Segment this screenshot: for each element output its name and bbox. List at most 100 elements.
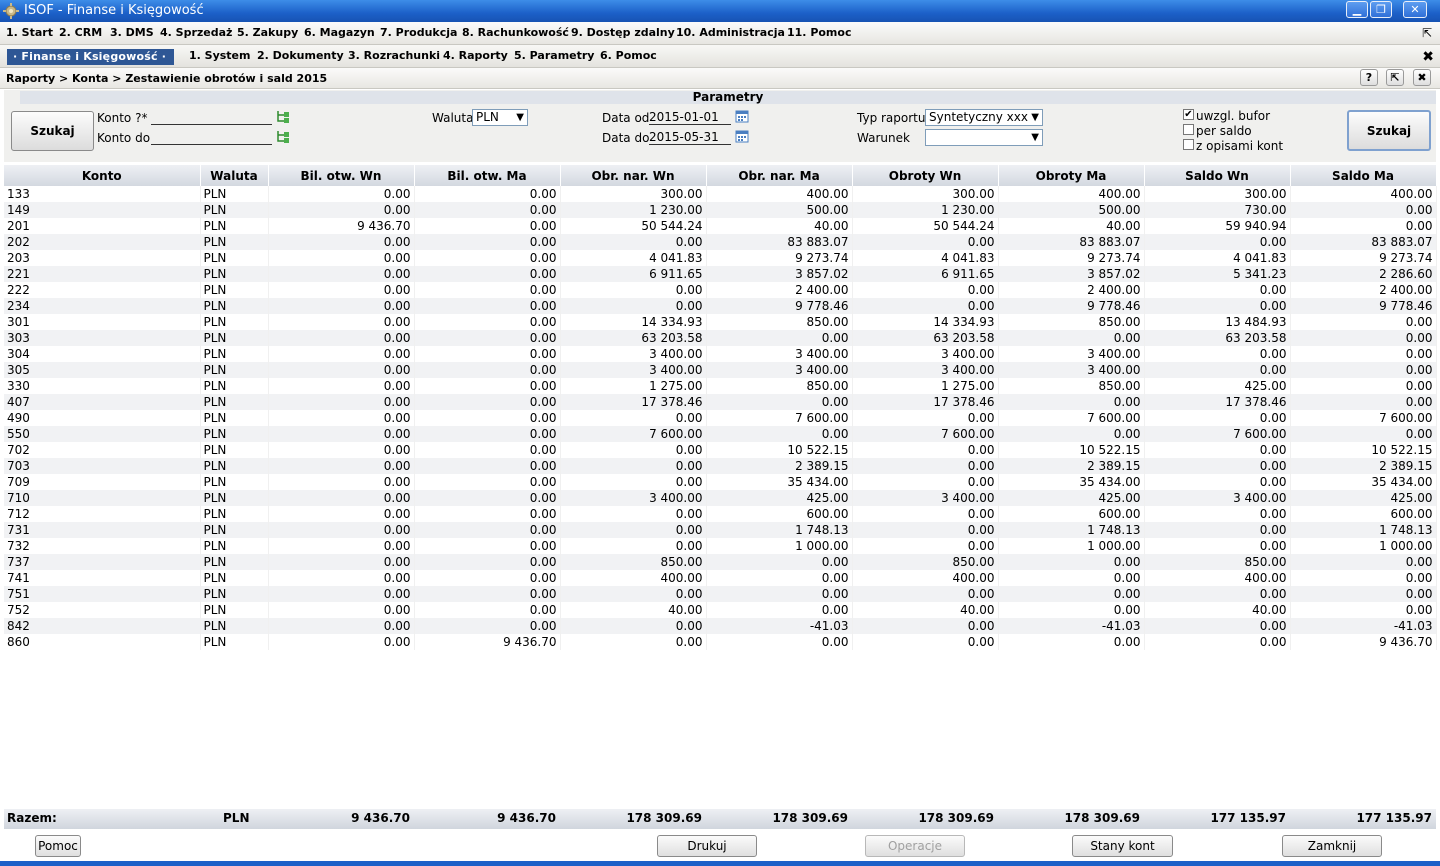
table-cell: 0.00: [268, 506, 415, 522]
module-item-rozrachunki[interactable]: 3. Rozrachunki: [348, 49, 440, 63]
table-row[interactable]: 703 PLN 0.00 0.00 0.00 2 389.15 0.00 2 389.15 0.…: [4, 458, 1437, 474]
menu-dostep-zdalny[interactable]: 9. Dostęp zdalny: [571, 26, 675, 40]
waluta-select[interactable]: PLN ▼: [472, 109, 528, 126]
close-button[interactable]: Zamknij: [1282, 835, 1382, 857]
table-row[interactable]: 304 PLN 0.00 0.00 3 400.00 3 400.00 3 400.00 3 …: [4, 346, 1437, 362]
opisy-checkbox[interactable]: [1183, 139, 1194, 150]
report-type-select[interactable]: Syntetyczny xxx ▼: [925, 109, 1043, 126]
totals-obroty-ma: 178 309.69: [1064, 811, 1140, 825]
table-cell: 63 203.58: [560, 330, 707, 346]
table-row[interactable]: 752 PLN 0.00 0.00 40.00 0.00 40.00 0.00 40.00 0.0…: [4, 602, 1437, 618]
table-row[interactable]: 709 PLN 0.00 0.00 0.00 35 434.00 0.00 35 434.00…: [4, 474, 1437, 490]
print-button[interactable]: Drukuj: [657, 835, 757, 857]
table-cell: 40.00: [998, 218, 1145, 234]
table-row[interactable]: 133 PLN 0.00 0.00 300.00 400.00 300.00 400.00 30…: [4, 186, 1437, 202]
column-header-obroty-ma[interactable]: Obroty Ma: [998, 165, 1145, 186]
bufor-checkbox[interactable]: ✔: [1183, 109, 1194, 120]
module-item-parametry[interactable]: 5. Parametry: [514, 49, 594, 63]
column-header-obr-nar-ma[interactable]: Obr. nar. Ma: [706, 165, 853, 186]
table-cell: 400.00: [852, 570, 999, 586]
menu-produkcja[interactable]: 7. Produkcja: [380, 26, 457, 40]
konto-to-input[interactable]: [151, 131, 272, 145]
column-header-bil-otw-ma[interactable]: Bil. otw. Ma: [414, 165, 561, 186]
column-header-bil-otw-wn[interactable]: Bil. otw. Wn: [268, 165, 415, 186]
table-row[interactable]: 149 PLN 0.00 0.00 1 230.00 500.00 1 230.00 500.…: [4, 202, 1437, 218]
module-item-system[interactable]: 1. System: [189, 49, 250, 63]
table-cell: 3 400.00: [706, 362, 853, 378]
table-cell: 303: [4, 330, 201, 346]
table-row[interactable]: 860 PLN 0.00 9 436.70 0.00 0.00 0.00 0.00 0.00 9 …: [4, 634, 1437, 650]
calendar-icon[interactable]: [734, 128, 750, 144]
condition-select[interactable]: ▼: [925, 129, 1043, 146]
parameters-panel: Parametry Szukaj Konto ?* Konto do Walut…: [4, 90, 1436, 162]
table-cell: 0.00: [1144, 362, 1291, 378]
table-row[interactable]: 330 PLN 0.00 0.00 1 275.00 850.00 1 275.00 850.…: [4, 378, 1437, 394]
menu-magazyn[interactable]: 6. Magazyn: [304, 26, 375, 40]
window-bottom-border: [0, 861, 1440, 866]
account-tree-icon[interactable]: [275, 109, 291, 125]
table-row[interactable]: 305 PLN 0.00 0.00 3 400.00 3 400.00 3 400.00 3 …: [4, 362, 1437, 378]
table-row[interactable]: 737 PLN 0.00 0.00 850.00 0.00 850.00 0.00 850.00…: [4, 554, 1437, 570]
popout-window-icon[interactable]: ⇱: [1386, 69, 1404, 86]
help-icon[interactable]: ?: [1360, 69, 1378, 86]
menu-sprzedaz[interactable]: 4. Sprzedaż: [160, 26, 232, 40]
table-row[interactable]: 234 PLN 0.00 0.00 0.00 9 778.46 0.00 9 778.46 0.…: [4, 298, 1437, 314]
menu-administracja[interactable]: 10. Administracja: [676, 26, 785, 40]
date-to-input[interactable]: 2015-05-31: [649, 130, 731, 145]
saldo-checkbox[interactable]: [1183, 124, 1194, 135]
popout-icon[interactable]: ⇱: [1422, 26, 1432, 40]
date-from-input[interactable]: 2015-01-01: [649, 110, 731, 125]
table-row[interactable]: 550 PLN 0.00 0.00 7 600.00 0.00 7 600.00 0.00 7 …: [4, 426, 1437, 442]
restore-button[interactable]: ❐: [1370, 1, 1392, 18]
table-row[interactable]: 301 PLN 0.00 0.00 14 334.93 850.00 14 334.93 85…: [4, 314, 1437, 330]
column-header-waluta[interactable]: Waluta: [200, 165, 269, 186]
operations-button[interactable]: Operacje: [865, 835, 965, 857]
table-cell: 2 389.15: [706, 458, 853, 474]
menu-pomoc[interactable]: 11. Pomoc: [787, 26, 851, 40]
module-tab-finanse[interactable]: · Finanse i Księgowość ·: [7, 49, 174, 65]
column-header-obroty-wn[interactable]: Obroty Wn: [852, 165, 999, 186]
search-button-right[interactable]: Szukaj: [1347, 110, 1431, 151]
table-row[interactable]: 203 PLN 0.00 0.00 4 041.83 9 273.74 4 041.83 9 …: [4, 250, 1437, 266]
table-row[interactable]: 303 PLN 0.00 0.00 63 203.58 0.00 63 203.58 0.00…: [4, 330, 1437, 346]
search-button-left[interactable]: Szukaj: [11, 111, 94, 151]
table-row[interactable]: 712 PLN 0.00 0.00 0.00 600.00 0.00 600.00 0.00 60…: [4, 506, 1437, 522]
table-row[interactable]: 842 PLN 0.00 0.00 0.00 -41.03 0.00 -41.03 0.00 -4…: [4, 618, 1437, 634]
table-row[interactable]: 710 PLN 0.00 0.00 3 400.00 425.00 3 400.00 425.…: [4, 490, 1437, 506]
konto-from-input[interactable]: [151, 111, 272, 125]
table-row[interactable]: 702 PLN 0.00 0.00 0.00 10 522.15 0.00 10 522.15…: [4, 442, 1437, 458]
table-cell: 400.00: [1144, 570, 1291, 586]
window-close-button[interactable]: ✕: [1403, 1, 1427, 18]
table-row[interactable]: 407 PLN 0.00 0.00 17 378.46 0.00 17 378.46 0.00…: [4, 394, 1437, 410]
column-header-saldo-ma[interactable]: Saldo Ma: [1290, 165, 1437, 186]
table-row[interactable]: 751 PLN 0.00 0.00 0.00 0.00 0.00 0.00 0.00 0.00: [4, 586, 1437, 602]
menu-dms[interactable]: 3. DMS: [110, 26, 154, 40]
calendar-icon[interactable]: [734, 108, 750, 124]
table-row[interactable]: 741 PLN 0.00 0.00 400.00 0.00 400.00 0.00 400.00…: [4, 570, 1437, 586]
table-row[interactable]: 202 PLN 0.00 0.00 0.00 83 883.07 0.00 83 883.07…: [4, 234, 1437, 250]
account-tree-icon[interactable]: [275, 129, 291, 145]
minimize-button[interactable]: ▁: [1346, 1, 1368, 18]
table-cell: 0.00: [1290, 426, 1437, 442]
table-row[interactable]: 490 PLN 0.00 0.00 0.00 7 600.00 0.00 7 600.00 0.…: [4, 410, 1437, 426]
close-module-icon[interactable]: ✖: [1422, 50, 1434, 64]
menu-start[interactable]: 1. Start: [6, 26, 53, 40]
menu-crm[interactable]: 2. CRM: [59, 26, 102, 40]
account-states-button[interactable]: Stany kont: [1072, 835, 1173, 857]
table-row[interactable]: 731 PLN 0.00 0.00 0.00 1 748.13 0.00 1 748.13 0.…: [4, 522, 1437, 538]
close-report-icon[interactable]: ✖: [1413, 69, 1431, 86]
table-row[interactable]: 732 PLN 0.00 0.00 0.00 1 000.00 0.00 1 000.00 0.…: [4, 538, 1437, 554]
table-row[interactable]: 222 PLN 0.00 0.00 0.00 2 400.00 0.00 2 400.00 0.…: [4, 282, 1437, 298]
module-item-pomoc[interactable]: 6. Pomoc: [600, 49, 657, 63]
menu-rachunkowosc[interactable]: 8. Rachunkowość: [462, 26, 569, 40]
column-header-saldo-wn[interactable]: Saldo Wn: [1144, 165, 1291, 186]
menu-zakupy[interactable]: 5. Zakupy: [237, 26, 298, 40]
column-header-konto[interactable]: Konto: [4, 165, 201, 186]
table-row[interactable]: 201 PLN 9 436.70 0.00 50 544.24 40.00 50 544.2…: [4, 218, 1437, 234]
column-header-obr-nar-wn[interactable]: Obr. nar. Wn: [560, 165, 707, 186]
module-item-raporty[interactable]: 4. Raporty: [443, 49, 508, 63]
table-cell: 0.00: [560, 506, 707, 522]
table-row[interactable]: 221 PLN 0.00 0.00 6 911.65 3 857.02 6 911.65 3 …: [4, 266, 1437, 282]
module-item-dokumenty[interactable]: 2. Dokumenty: [257, 49, 344, 63]
help-button[interactable]: Pomoc: [35, 835, 81, 857]
